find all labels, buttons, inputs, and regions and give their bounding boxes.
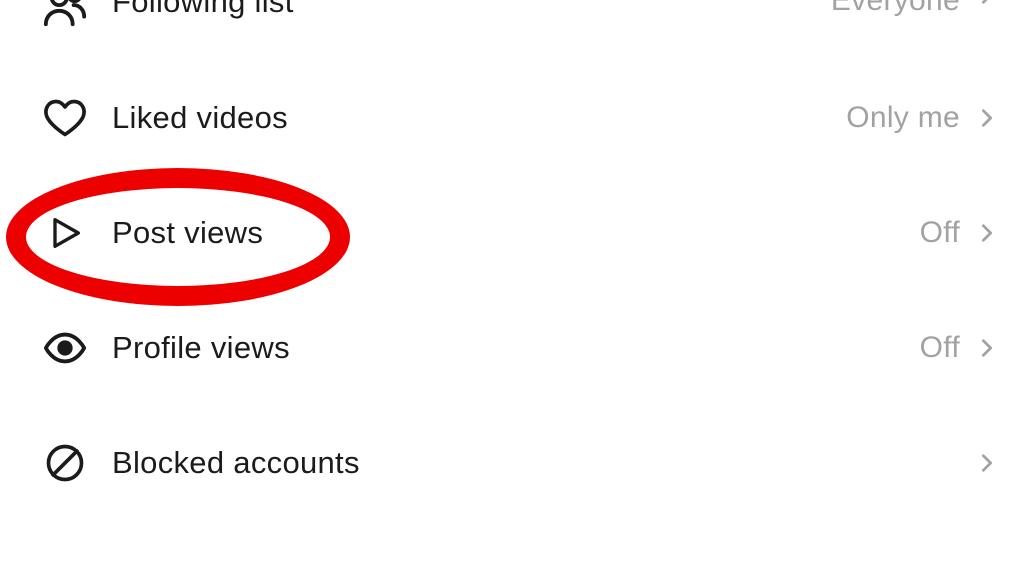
play-icon	[42, 210, 88, 256]
row-label: Following list	[112, 0, 294, 20]
row-post-views[interactable]: Post views Off	[0, 175, 1024, 290]
blocked-icon	[42, 440, 88, 486]
settings-list: Following list Everyone Liked videos Onl…	[0, 0, 1024, 520]
row-value: Only me	[846, 101, 960, 135]
row-profile-views[interactable]: Profile views Off	[0, 290, 1024, 405]
chevron-right-icon	[974, 337, 1000, 359]
row-label: Blocked accounts	[112, 445, 360, 481]
eye-icon	[42, 325, 88, 371]
row-label: Liked videos	[112, 100, 288, 136]
row-liked-videos[interactable]: Liked videos Only me	[0, 60, 1024, 175]
row-label: Profile views	[112, 330, 290, 366]
row-value: Off	[920, 331, 960, 365]
chevron-right-icon	[974, 107, 1000, 129]
people-icon	[42, 0, 88, 30]
row-value: Off	[920, 216, 960, 250]
chevron-right-icon	[974, 0, 1000, 6]
row-blocked-accounts[interactable]: Blocked accounts	[0, 405, 1024, 520]
row-value: Everyone	[831, 0, 960, 18]
row-following-list[interactable]: Following list Everyone	[0, 0, 1024, 60]
heart-icon	[42, 95, 88, 141]
row-label: Post views	[112, 215, 263, 251]
chevron-right-icon	[974, 222, 1000, 244]
chevron-right-icon	[974, 452, 1000, 474]
